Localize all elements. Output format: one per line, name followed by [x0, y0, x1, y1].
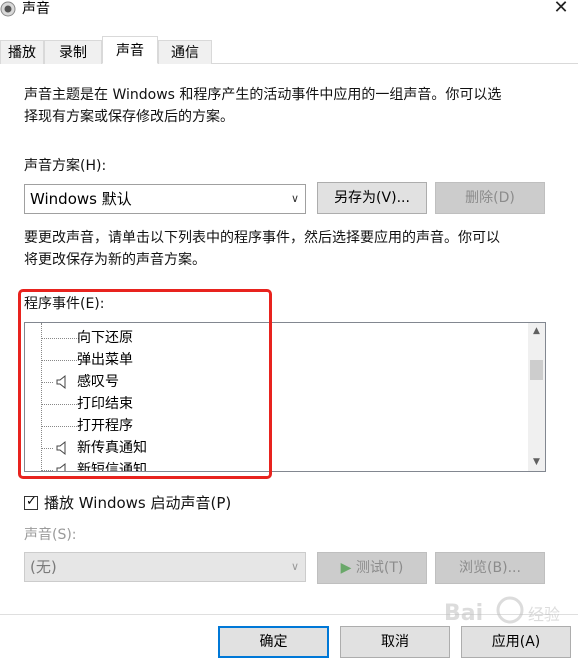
list-item[interactable]: 打开程序 — [25, 415, 525, 437]
title-bar: 声音 ✕ — [0, 0, 578, 20]
scheme-label: 声音方案(H): — [24, 158, 107, 174]
check-icon: ✓ — [26, 494, 37, 509]
cancel-button[interactable]: 取消 — [340, 626, 450, 658]
events-list[interactable]: 向下还原 弹出菜单 感叹号 打印结束 打开程序 新传真通知 新短信通知 ▲ ▼ — [24, 322, 546, 472]
startup-sound-checkbox[interactable]: ✓ — [24, 494, 38, 510]
tab-sounds[interactable]: 声音 — [102, 36, 158, 64]
test-button[interactable]: ▶ 测试(T) — [317, 552, 427, 584]
events-label: 程序事件(E): — [24, 296, 105, 312]
play-icon: ▶ — [340, 560, 352, 576]
list-item[interactable]: 弹出菜单 — [25, 349, 525, 371]
list-item[interactable]: 感叹号 — [25, 371, 525, 393]
list-item-label: 打开程序 — [77, 418, 133, 434]
tab-communications[interactable]: 通信 — [158, 40, 212, 64]
list-item[interactable]: 打印结束 — [25, 393, 525, 415]
scheme-selected-value: Windows 默认 — [30, 190, 132, 208]
list-item-label: 打印结束 — [77, 396, 133, 412]
scheme-select[interactable]: Windows 默认 ∨ — [24, 184, 306, 214]
scroll-down-icon[interactable]: ▼ — [528, 454, 545, 471]
footer-divider — [0, 614, 578, 615]
description-line-1: 声音主题是在 Windows 和程序产生的活动事件中应用的一组声音。你可以选 — [24, 87, 502, 103]
apply-button[interactable]: 应用(A) — [461, 626, 571, 658]
speaker-icon — [56, 462, 66, 471]
startup-sound-label[interactable]: 播放 Windows 启动声音(P) — [44, 492, 231, 514]
scrollbar-thumb[interactable] — [530, 360, 543, 380]
speaker-icon — [0, 1, 16, 17]
close-icon[interactable]: ✕ — [548, 0, 574, 20]
chevron-down-icon: ∨ — [290, 192, 299, 205]
list-item[interactable]: 向下还原 — [25, 327, 525, 349]
scroll-up-icon[interactable]: ▲ — [528, 323, 545, 340]
list-item[interactable]: 新短信通知 — [25, 459, 525, 472]
description-line-2: 择现有方案或保存修改后的方案。 — [24, 109, 234, 125]
test-button-label: 测试(T) — [355, 560, 404, 576]
sound-label: 声音(S): — [24, 527, 77, 543]
save-as-button[interactable]: 另存为(V)... — [317, 182, 427, 214]
vertical-scrollbar[interactable]: ▲ ▼ — [528, 323, 545, 471]
tab-playback[interactable]: 播放 — [0, 40, 44, 64]
list-item-label: 感叹号 — [77, 374, 119, 390]
browse-button[interactable]: 浏览(B)... — [435, 552, 545, 584]
window-title: 声音 — [22, 1, 50, 17]
ok-button[interactable]: 确定 — [218, 626, 329, 658]
tab-recording[interactable]: 录制 — [44, 40, 102, 64]
instruction-line-2: 将更改保存为新的声音方案。 — [24, 252, 206, 268]
list-item-label: 新短信通知 — [77, 462, 147, 472]
instruction-line-1: 要更改声音，请单击以下列表中的程序事件，然后选择要应用的声音。你可以 — [24, 230, 500, 246]
list-item-label: 新传真通知 — [77, 440, 147, 456]
list-item[interactable]: 新传真通知 — [25, 437, 525, 459]
sound-select[interactable]: (无) ∨ — [24, 552, 306, 582]
speaker-icon — [56, 374, 66, 390]
chevron-down-icon: ∨ — [290, 560, 299, 573]
sound-selected-value: (无) — [30, 558, 57, 576]
speaker-icon — [56, 440, 66, 456]
list-item-label: 向下还原 — [77, 330, 133, 346]
list-item-label: 弹出菜单 — [77, 352, 133, 368]
delete-button[interactable]: 删除(D) — [435, 182, 545, 214]
